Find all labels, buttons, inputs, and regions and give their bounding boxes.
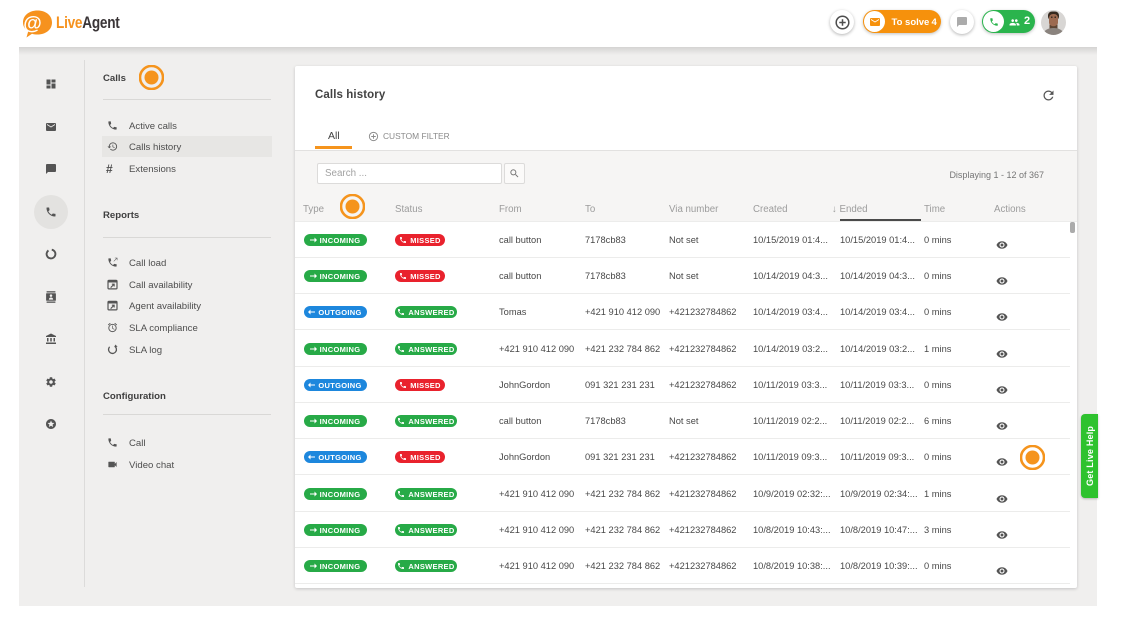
svg-text:@: @	[23, 14, 42, 35]
